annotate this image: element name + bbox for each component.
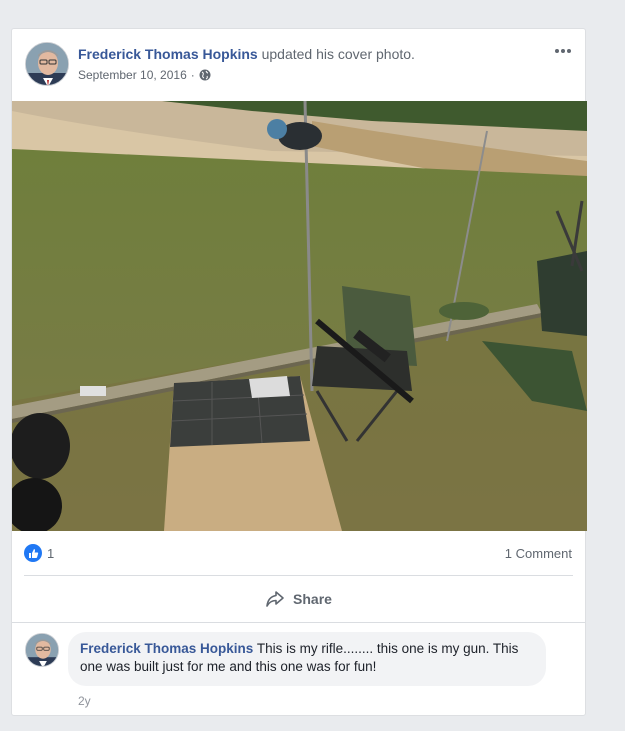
divider (24, 575, 573, 576)
post-header: Frederick Thomas Hopkins updated his cov… (12, 29, 585, 101)
share-label: Share (293, 591, 332, 607)
post-card: Frederick Thomas Hopkins updated his cov… (11, 28, 587, 717)
like-count[interactable]: 1 (47, 546, 54, 561)
post-meta: September 10, 2016 · (78, 68, 211, 82)
share-button[interactable]: Share (24, 582, 573, 616)
like-reaction-icon[interactable] (24, 544, 42, 562)
author-avatar[interactable] (25, 42, 69, 86)
date-separator: · (190, 68, 195, 82)
post-date[interactable]: September 10, 2016 (78, 68, 187, 82)
post-title: Frederick Thomas Hopkins updated his cov… (78, 46, 415, 62)
comment-bubble: Frederick Thomas Hopkins This is my rifl… (68, 632, 546, 686)
more-options-icon[interactable] (551, 41, 575, 61)
comments-section: Frederick Thomas Hopkins This is my rifl… (12, 622, 585, 717)
reactions-bar: 1 1 Comment (12, 531, 585, 575)
post-action-text: updated his cover photo. (261, 46, 415, 62)
comment-author-link[interactable]: Frederick Thomas Hopkins (80, 641, 253, 656)
author-name-link[interactable]: Frederick Thomas Hopkins (78, 46, 258, 62)
globe-icon[interactable] (199, 69, 211, 81)
commenter-avatar[interactable] (25, 633, 59, 667)
comment-timestamp[interactable]: 2y (78, 694, 91, 708)
cover-photo[interactable] (12, 101, 587, 531)
comment-count-link[interactable]: 1 Comment (505, 546, 572, 561)
share-icon (265, 590, 285, 608)
